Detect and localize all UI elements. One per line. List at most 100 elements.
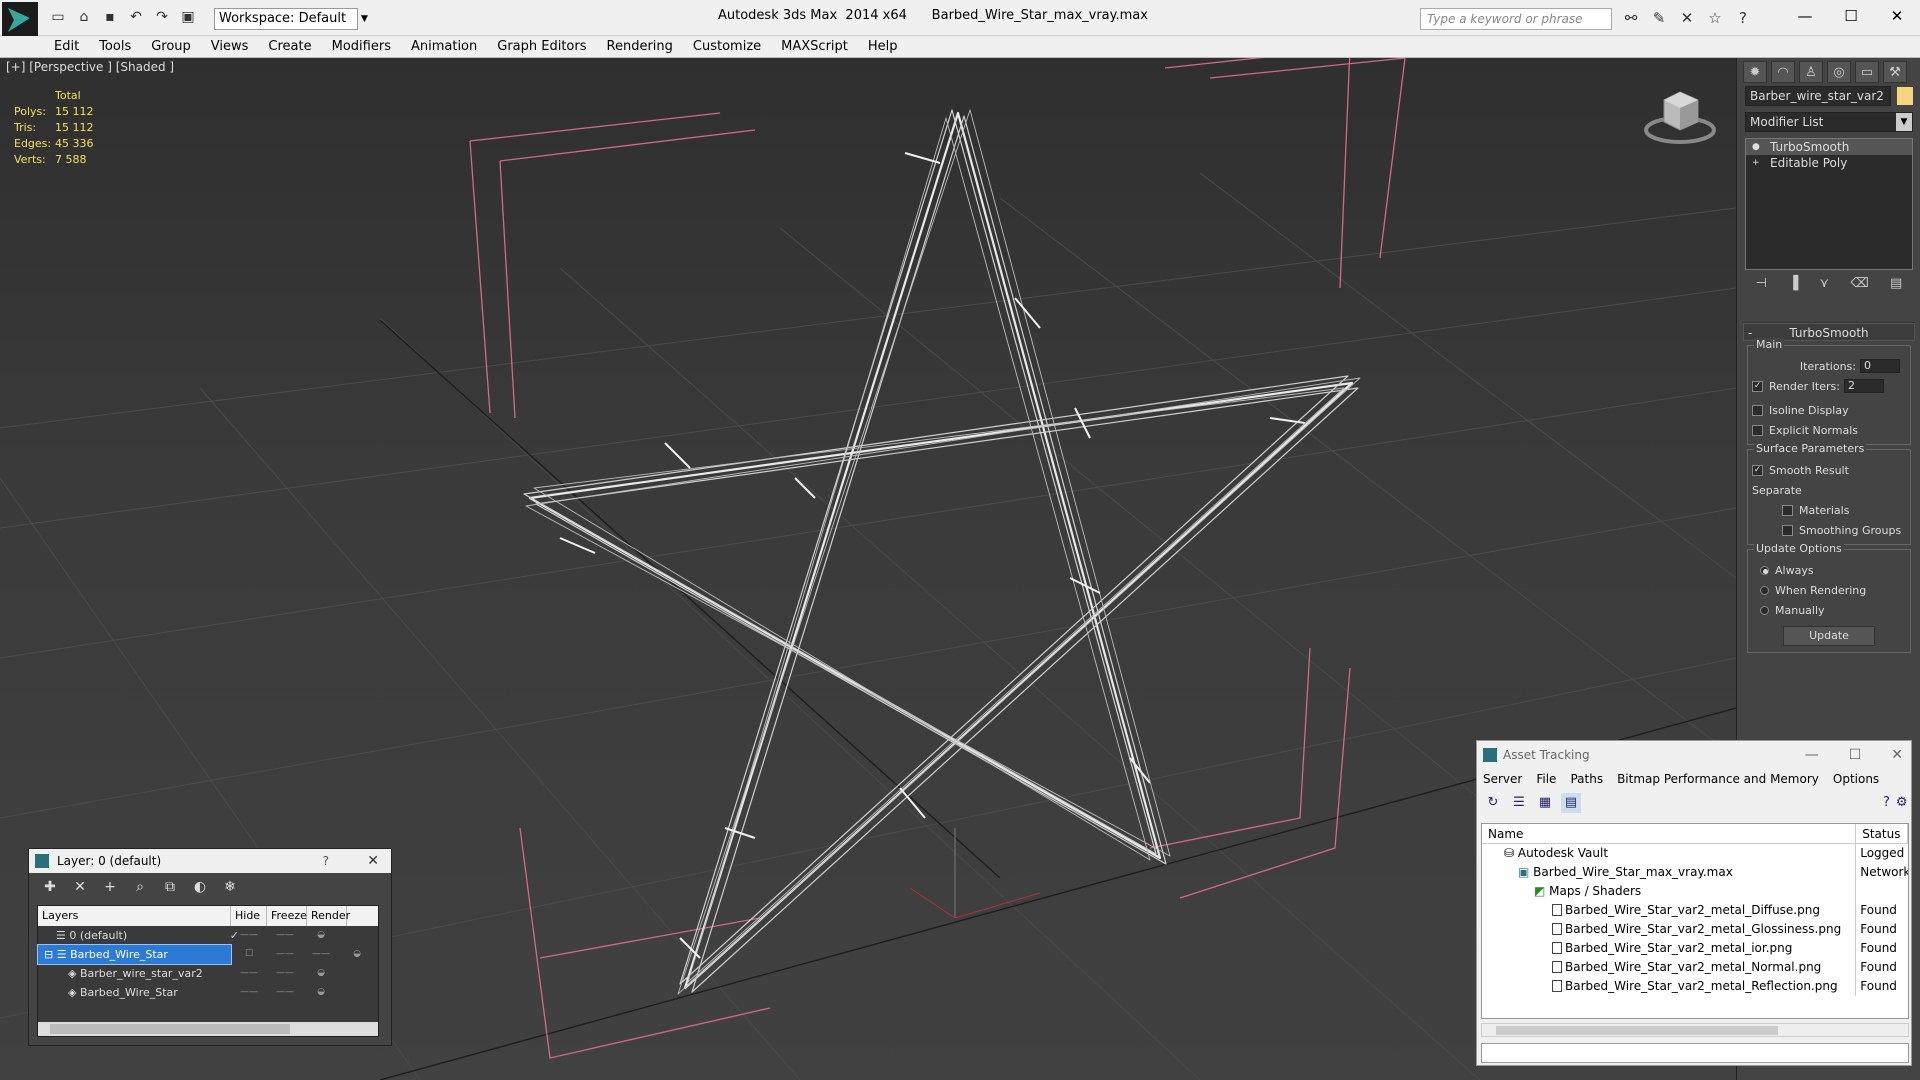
menu-options[interactable]: Options xyxy=(1833,769,1879,789)
render-iters-checkbox[interactable]: ✓ xyxy=(1752,380,1763,392)
open-file-icon[interactable]: ⌂ xyxy=(74,8,94,26)
table-row[interactable]: Barbed_Wire_Star_var2_metal_ior.png Found xyxy=(1482,939,1908,958)
list-view-icon[interactable]: ☰ xyxy=(1509,793,1529,813)
horizontal-scrollbar[interactable] xyxy=(38,1022,378,1036)
freeze-all-icon[interactable]: ❄ xyxy=(219,877,241,897)
render-teapot-icon[interactable]: ◒ xyxy=(339,945,375,964)
table-row[interactable]: ▣ Barbed_Wire_Star_max_vray.max Network xyxy=(1482,863,1908,882)
chevron-down-icon[interactable]: ▼ xyxy=(357,9,371,29)
table-row[interactable]: ◩ Maps / Shaders xyxy=(1482,882,1908,901)
menu-server[interactable]: Server xyxy=(1483,769,1522,789)
layer-object-row[interactable]: ◈ Barber_wire_star_var2 —— —— ◒ xyxy=(38,964,378,983)
menu-file[interactable]: File xyxy=(1536,769,1556,789)
communication-center-icon[interactable]: ✎ xyxy=(1648,8,1670,28)
hide-toggle[interactable]: —— xyxy=(231,983,267,1002)
stack-item-turbosmooth[interactable]: ● TurboSmooth xyxy=(1746,139,1912,155)
viewport-label[interactable]: [+] [Perspective ] [Shaded ] xyxy=(6,60,174,74)
manually-radio[interactable] xyxy=(1760,605,1769,615)
delete-layer-icon[interactable]: ✕ xyxy=(69,877,91,897)
menu-animation[interactable]: Animation xyxy=(411,36,477,57)
minimize-icon[interactable]: — xyxy=(1782,0,1828,32)
column-header-hide[interactable]: Hide xyxy=(231,906,267,926)
always-radio[interactable] xyxy=(1760,565,1769,575)
create-layer-icon[interactable]: ✚ xyxy=(39,877,61,897)
asset-tracking-titlebar[interactable]: Asset Tracking — ☐ ✕ xyxy=(1477,741,1911,769)
update-button[interactable]: Update xyxy=(1783,626,1875,646)
help-icon[interactable]: ? xyxy=(323,849,329,873)
new-file-icon[interactable]: ▭ xyxy=(48,8,68,26)
close-icon[interactable]: ✕ xyxy=(367,849,379,873)
favorites-star-icon[interactable]: ☆ xyxy=(1704,8,1726,28)
settings-icon[interactable]: ⚙ xyxy=(1896,793,1908,813)
hide-all-icon[interactable]: ◐ xyxy=(189,877,211,897)
hide-toggle[interactable]: —— xyxy=(267,945,303,964)
table-row[interactable]: Barbed_Wire_Star_var2_metal_Normal.png Fo… xyxy=(1482,958,1908,977)
column-header-layers[interactable]: Layers xyxy=(38,906,231,926)
table-row[interactable]: Barbed_Wire_Star_var2_metal_Reflection.p… xyxy=(1482,977,1908,996)
remove-modifier-icon[interactable]: ⌫ xyxy=(1850,276,1868,298)
menu-help[interactable]: Help xyxy=(868,36,898,57)
column-header-status[interactable]: Status xyxy=(1856,824,1908,843)
horizontal-scrollbar[interactable] xyxy=(1481,1023,1909,1037)
iterations-spinner[interactable]: 0 xyxy=(1860,359,1900,373)
binoculars-icon[interactable]: ⚯ xyxy=(1620,8,1642,28)
menu-rendering[interactable]: Rendering xyxy=(607,36,673,57)
show-end-result-icon[interactable]: ▐ xyxy=(1788,276,1798,298)
menu-edit[interactable]: Edit xyxy=(54,36,79,57)
pin-stack-icon[interactable]: ⊣ xyxy=(1756,276,1767,298)
undo-icon[interactable]: ↶ xyxy=(126,8,146,26)
menu-tools[interactable]: Tools xyxy=(99,36,131,57)
maximize-icon[interactable]: ☐ xyxy=(1828,0,1874,32)
configure-sets-icon[interactable]: ▤ xyxy=(1890,276,1902,298)
menu-paths[interactable]: Paths xyxy=(1570,769,1603,789)
lightbulb-icon[interactable]: ● xyxy=(1752,142,1762,152)
scrollbar-thumb[interactable] xyxy=(50,1024,290,1034)
table-row[interactable]: Barbed_Wire_Star_var2_metal_Diffuse.png F… xyxy=(1482,901,1908,920)
isoline-display-checkbox[interactable] xyxy=(1752,404,1763,416)
explicit-normals-checkbox[interactable] xyxy=(1752,424,1763,436)
workspace-dropdown[interactable]: Workspace: Default ▼ xyxy=(214,8,368,30)
freeze-toggle[interactable]: —— xyxy=(267,964,303,983)
materials-checkbox[interactable] xyxy=(1782,504,1793,516)
smooth-result-checkbox[interactable]: ✓ xyxy=(1752,464,1763,476)
subscription-icon[interactable]: ✕ xyxy=(1676,8,1698,28)
layer-dialog-titlebar[interactable]: Layer: 0 (default) ? ✕ xyxy=(29,849,391,873)
layer-object-row[interactable]: ◈ Barbed_Wire_Star —— —— ◒ xyxy=(38,983,378,1002)
project-folder-icon[interactable]: ▣ xyxy=(178,8,198,26)
chevron-down-icon[interactable]: ▼ xyxy=(1896,113,1912,131)
close-icon[interactable]: ✕ xyxy=(1874,0,1920,32)
search-input[interactable]: Type a keyword or phrase xyxy=(1420,8,1612,30)
menu-create[interactable]: Create xyxy=(268,36,311,57)
menu-maxscript[interactable]: MAXScript xyxy=(781,36,848,57)
table-view-icon[interactable]: ▤ xyxy=(1561,793,1581,813)
freeze-toggle[interactable]: —— xyxy=(267,983,303,1002)
menu-bitmap-performance[interactable]: Bitmap Performance and Memory xyxy=(1617,769,1819,789)
viewcube-icon[interactable] xyxy=(1640,80,1720,150)
menu-views[interactable]: Views xyxy=(211,36,249,57)
render-teapot-icon[interactable]: ◒ xyxy=(303,983,339,1002)
when-rendering-radio[interactable] xyxy=(1760,585,1769,595)
modifier-list-dropdown[interactable]: Modifier List ▼ xyxy=(1745,112,1913,132)
layer-row-selected[interactable]: ⊟ ☰ Barbed_Wire_Star ☐ —— —— ◒ xyxy=(37,944,378,965)
app-logo-icon[interactable] xyxy=(2,2,38,38)
object-name-field[interactable]: Barber_wire_star_var2 xyxy=(1745,86,1891,106)
minimize-icon[interactable]: — xyxy=(1805,741,1819,769)
thumbnail-view-icon[interactable]: ▦ xyxy=(1535,793,1555,813)
column-header-freeze[interactable]: Freeze xyxy=(267,906,307,926)
render-teapot-icon[interactable]: ◒ xyxy=(303,964,339,983)
collapse-minus-icon[interactable]: ⊟ xyxy=(44,948,53,961)
menu-modifiers[interactable]: Modifiers xyxy=(332,36,391,57)
column-header-name[interactable]: Name xyxy=(1482,824,1857,843)
add-to-layer-icon[interactable]: + xyxy=(99,877,121,897)
menu-group[interactable]: Group xyxy=(151,36,191,57)
table-row[interactable]: ⛁ Autodesk VaultLogged C xyxy=(1482,844,1908,863)
freeze-toggle[interactable]: —— xyxy=(267,926,303,945)
save-icon[interactable]: ▪ xyxy=(100,8,120,26)
render-iters-spinner[interactable]: 2 xyxy=(1843,379,1884,393)
close-icon[interactable]: ✕ xyxy=(1891,741,1903,769)
hierarchy-tab-icon[interactable]: ♙ xyxy=(1799,61,1823,83)
render-teapot-icon[interactable]: ◒ xyxy=(303,926,339,945)
modify-tab-icon[interactable]: ◠ xyxy=(1771,61,1795,83)
column-header-render[interactable]: Render xyxy=(307,906,350,926)
freeze-toggle[interactable]: —— xyxy=(303,945,339,964)
